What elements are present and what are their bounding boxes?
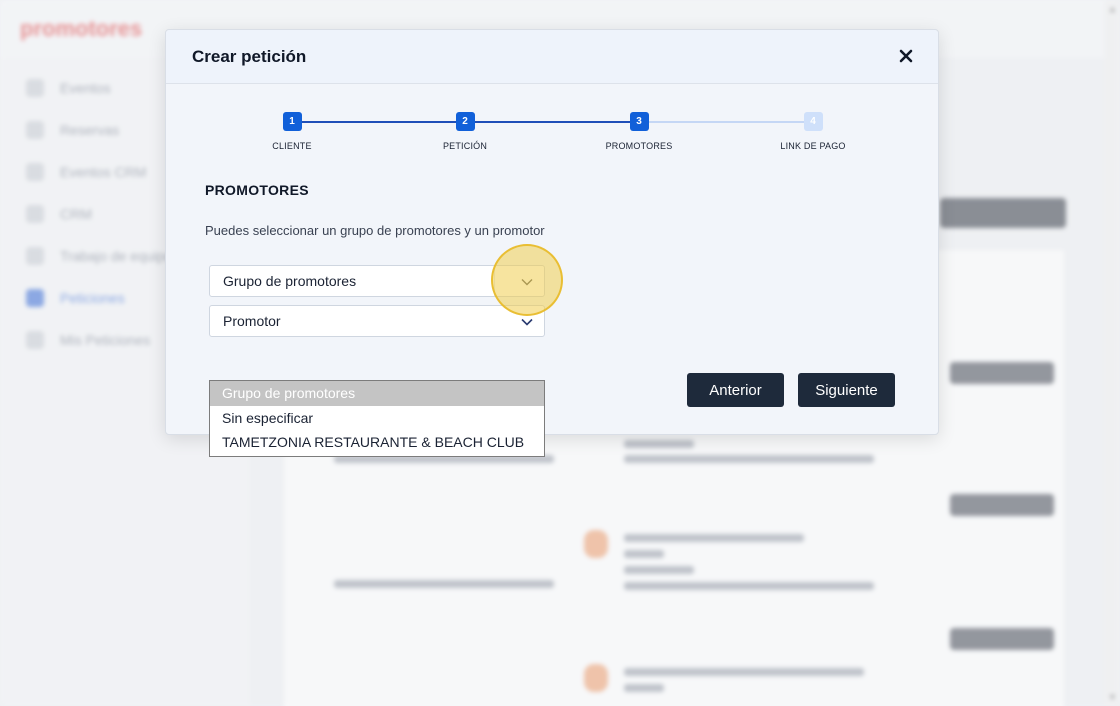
promoter-group-select[interactable]: Grupo de promotores (209, 265, 545, 297)
sidebar-icon (26, 247, 44, 265)
sidebar-label: Trabajo de equipo (60, 248, 173, 264)
dropdown-option[interactable]: TAMETZONIA RESTAURANTE & BEACH CLUB (210, 430, 544, 455)
modal-header: Crear petición (166, 30, 938, 84)
row-text (334, 580, 554, 588)
row-text (624, 550, 664, 558)
step-number: 2 (455, 112, 475, 131)
step-cliente[interactable]: 1 CLIENTE (232, 112, 352, 151)
scroll-up-icon[interactable]: ▲ (1108, 4, 1117, 14)
sidebar-label: Mis Peticiones (60, 332, 151, 348)
close-button[interactable] (896, 46, 916, 66)
avatar (584, 530, 608, 558)
sidebar-icon (26, 289, 44, 307)
promoter-group-dropdown[interactable]: Grupo de promotores Sin especificar TAME… (209, 380, 545, 457)
row-text (624, 668, 864, 676)
sidebar-icon (26, 205, 44, 223)
sidebar-label: CRM (60, 206, 92, 222)
sidebar-icon (26, 121, 44, 139)
step-label: CLIENTE (272, 141, 312, 151)
step-number: 1 (282, 112, 302, 131)
stepper: 1 CLIENTE 2 PETICIÓN 3 PROMOTORES 4 LINK… (166, 112, 938, 162)
previous-button[interactable]: Anterior (687, 373, 784, 407)
step-label: PETICIÓN (442, 141, 488, 151)
chevron-down-icon[interactable] (518, 313, 536, 331)
step-peticion[interactable]: 2 PETICIÓN (405, 112, 525, 151)
row-text (624, 455, 874, 463)
step-label: LINK DE PAGO (780, 141, 846, 151)
sidebar-label: Eventos CRM (60, 164, 147, 180)
step-label: PROMOTORES (605, 141, 673, 151)
row-text (624, 566, 694, 574)
step-number: 4 (803, 112, 823, 131)
sidebar-icon (26, 331, 44, 349)
sidebar-label: Peticiones (60, 290, 125, 306)
step-link-de-pago[interactable]: 4 LINK DE PAGO (753, 112, 873, 151)
step-promotores[interactable]: 3 PROMOTORES (579, 112, 699, 151)
close-icon (899, 49, 913, 63)
sidebar-label: Reservas (60, 122, 120, 138)
select-value: Promotor (223, 313, 281, 329)
new-request-button[interactable] (940, 198, 1066, 228)
row-action-button[interactable] (950, 494, 1054, 516)
sidebar-icon (26, 79, 44, 97)
row-action-button[interactable] (950, 628, 1054, 650)
select-value: Grupo de promotores (223, 273, 357, 289)
avatar (584, 664, 608, 692)
modal-title: Crear petición (192, 47, 307, 66)
create-request-modal: Crear petición 1 CLIENTE 2 PETICIÓN 3 PR… (165, 29, 939, 435)
section-description: Puedes seleccionar un grupo de promotore… (205, 223, 545, 238)
scrollbar[interactable]: ▲ ▼ (1104, 0, 1120, 706)
chevron-down-icon[interactable] (518, 273, 536, 291)
step-number: 3 (629, 112, 649, 131)
dropdown-option[interactable]: Grupo de promotores (210, 381, 544, 406)
row-action-button[interactable] (950, 362, 1054, 384)
sidebar-label: Eventos (60, 80, 111, 96)
next-button[interactable]: Siguiente (798, 373, 895, 407)
row-text (624, 534, 804, 542)
sidebar-icon (26, 163, 44, 181)
row-text (624, 684, 664, 692)
promoter-select[interactable]: Promotor (209, 305, 545, 337)
scroll-down-icon[interactable]: ▼ (1108, 692, 1117, 702)
row-text (624, 440, 694, 448)
dropdown-option[interactable]: Sin especificar (210, 406, 544, 431)
row-text (624, 582, 874, 590)
section-title: PROMOTORES (205, 182, 309, 198)
